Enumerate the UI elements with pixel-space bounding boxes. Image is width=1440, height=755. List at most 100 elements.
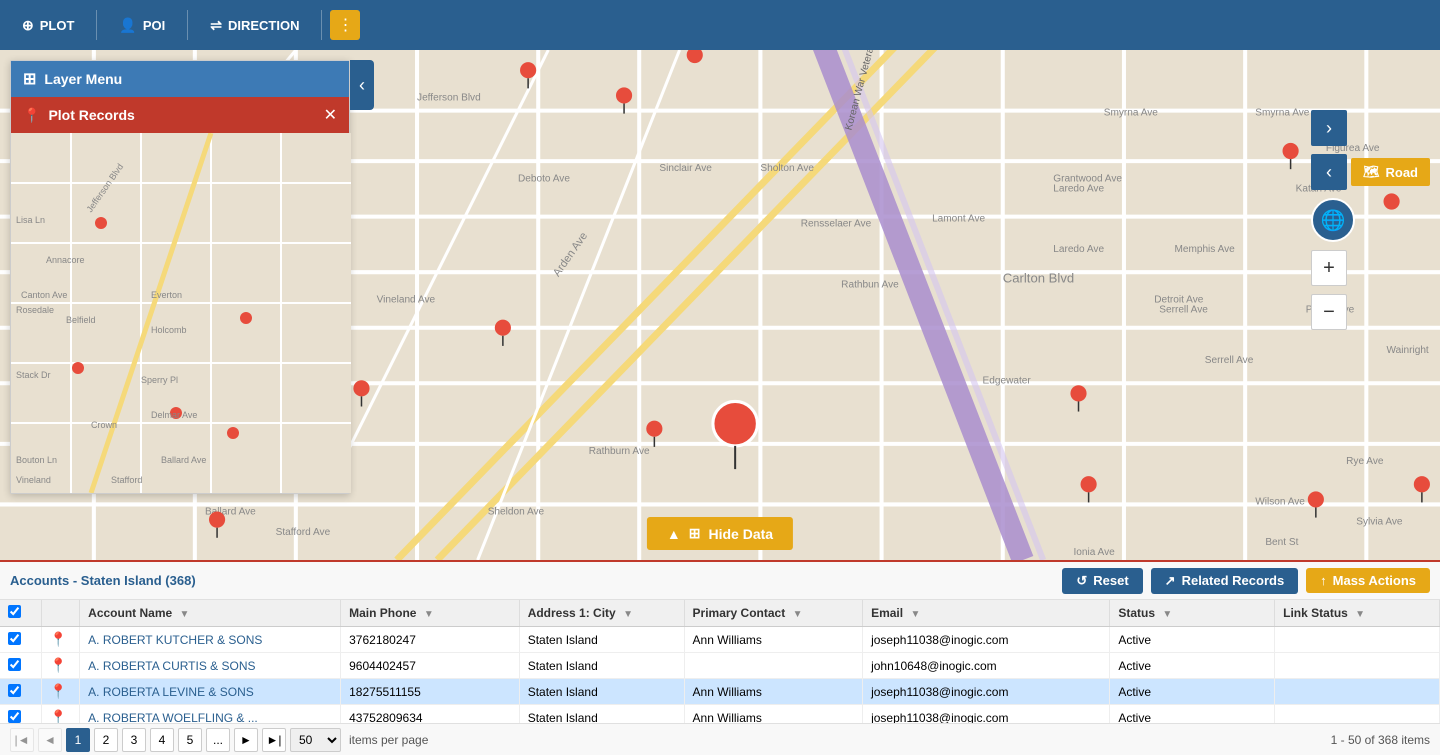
page-next-button[interactable]: ► — [234, 728, 258, 752]
related-records-button[interactable]: ↗ Related Records — [1151, 568, 1299, 594]
zoom-out-button[interactable]: − — [1311, 294, 1347, 330]
page-prev-button[interactable]: ◄ — [38, 728, 62, 752]
svg-text:Wainright: Wainright — [1387, 345, 1429, 356]
page-5-button[interactable]: 5 — [178, 728, 202, 752]
row-icon-cell: 📍 — [41, 653, 79, 679]
direction-button[interactable]: ⇌ DIRECTION — [196, 11, 313, 40]
accounts-link[interactable]: Accounts - Staten Island (368) — [10, 573, 196, 588]
svg-text:Stack Dr: Stack Dr — [16, 370, 51, 380]
road-view-button[interactable]: 🗺 Road — [1351, 158, 1430, 186]
row-email: joseph11038@inogic.com — [863, 627, 1110, 653]
row-pin-icon: 📍 — [50, 709, 67, 723]
th-main-phone: Main Phone ▼ — [341, 600, 520, 627]
svg-text:Stafford Ave: Stafford Ave — [276, 527, 331, 538]
svg-text:Lisa Ln: Lisa Ln — [16, 215, 45, 225]
row-email: joseph11038@inogic.com — [863, 679, 1110, 705]
row-checkbox-cell[interactable] — [0, 705, 41, 724]
row-checkbox-cell[interactable] — [0, 627, 41, 653]
bottom-toolbar: Accounts - Staten Island (368) ↺ Reset ↗… — [0, 562, 1440, 600]
hide-data-label: Hide Data — [709, 526, 774, 542]
page-3-button[interactable]: 3 — [122, 728, 146, 752]
page-4-button[interactable]: 4 — [150, 728, 174, 752]
filter-city-icon[interactable]: ▼ — [623, 609, 633, 620]
direction-icon: ⇌ — [210, 17, 222, 34]
filter-account-name-icon[interactable]: ▼ — [180, 609, 190, 620]
filter-phone-icon[interactable]: ▼ — [424, 609, 434, 620]
map-nav-back[interactable]: ‹ — [1311, 154, 1347, 190]
related-records-icon: ↗ — [1165, 573, 1176, 589]
filter-status-icon[interactable]: ▼ — [1162, 609, 1172, 620]
mass-actions-button[interactable]: ↑ Mass Actions — [1306, 568, 1430, 593]
poi-label: POI — [143, 18, 165, 33]
more-button[interactable]: ⋮ — [330, 10, 360, 40]
page-first-button[interactable]: |◄ — [10, 728, 34, 752]
accounts-table: Account Name ▼ Main Phone ▼ Address 1: C… — [0, 600, 1440, 723]
row-account-name: A. ROBERTA CURTIS & SONS — [80, 653, 341, 679]
filter-link-icon[interactable]: ▼ — [1355, 609, 1365, 620]
th-email: Email ▼ — [863, 600, 1110, 627]
row-icon-cell: 📍 — [41, 705, 79, 724]
page-1-button[interactable]: 1 — [66, 728, 90, 752]
row-phone: 18275511155 — [341, 679, 520, 705]
road-label: Road — [1386, 165, 1419, 180]
th-account-name: Account Name ▼ — [80, 600, 341, 627]
row-checkbox-2[interactable] — [8, 684, 21, 697]
data-table[interactable]: Account Name ▼ Main Phone ▼ Address 1: C… — [0, 600, 1440, 723]
row-checkbox-cell[interactable] — [0, 679, 41, 705]
plot-button[interactable]: ⊕ PLOT — [8, 11, 88, 40]
row-checkbox-1[interactable] — [8, 658, 21, 671]
row-phone: 9604402457 — [341, 653, 520, 679]
th-link-status: Link Status ▼ — [1275, 600, 1440, 627]
row-link-status — [1275, 653, 1440, 679]
svg-text:Grantwood Ave: Grantwood Ave — [1053, 173, 1122, 184]
svg-text:Crown: Crown — [91, 420, 117, 430]
filter-email-icon[interactable]: ▼ — [910, 609, 920, 620]
globe-button[interactable]: 🌐 — [1311, 198, 1355, 242]
th-address-city: Address 1: City ▼ — [519, 600, 684, 627]
row-status: Active — [1110, 653, 1275, 679]
layer-icon: ⊞ — [23, 69, 36, 89]
svg-text:Everton: Everton — [151, 290, 182, 300]
filter-contact-icon[interactable]: ▼ — [793, 609, 803, 620]
page-ellipsis-button[interactable]: ... — [206, 728, 230, 752]
row-link-status — [1275, 627, 1440, 653]
collapse-panel-button[interactable]: ‹ — [350, 60, 374, 110]
row-pin-icon: 📍 — [50, 683, 67, 699]
row-checkbox-cell[interactable] — [0, 653, 41, 679]
row-phone: 43752809634 — [341, 705, 520, 724]
row-checkbox-0[interactable] — [8, 632, 21, 645]
row-account-name: A. ROBERT KUTCHER & SONS — [80, 627, 341, 653]
select-all-checkbox[interactable] — [8, 605, 21, 618]
account-name-link[interactable]: A. ROBERTA WOELFLING & ... — [88, 711, 258, 724]
collapse-right-button[interactable]: › — [1311, 110, 1347, 146]
row-city: Staten Island — [519, 653, 684, 679]
page-last-button[interactable]: ►| — [262, 728, 286, 752]
poi-icon: 👤 — [119, 17, 136, 34]
row-checkbox-3[interactable] — [8, 710, 21, 723]
poi-button[interactable]: 👤 POI — [105, 11, 179, 40]
th-primary-contact: Primary Contact ▼ — [684, 600, 863, 627]
row-contact — [684, 653, 863, 679]
map-area[interactable]: Arden Ave Korean War Veterans Canton Ave… — [0, 50, 1440, 560]
account-name-link[interactable]: A. ROBERT KUTCHER & SONS — [88, 633, 262, 647]
row-account-name: A. ROBERTA WOELFLING & ... — [80, 705, 341, 724]
row-phone: 3762180247 — [341, 627, 520, 653]
plot-records-left: 📍 Plot Records — [23, 107, 135, 124]
row-pin-icon: 📍 — [50, 631, 67, 647]
road-icon: 🗺 — [1363, 164, 1380, 180]
account-name-link[interactable]: A. ROBERTA CURTIS & SONS — [88, 659, 255, 673]
hide-data-button[interactable]: ▲ ⊞ Hide Data — [647, 517, 793, 550]
close-plot-records-button[interactable]: ✕ — [324, 105, 337, 125]
page-size-select[interactable]: 50 25 100 — [290, 728, 341, 752]
top-toolbar: ⊕ PLOT 👤 POI ⇌ DIRECTION ⋮ — [0, 0, 1440, 50]
account-name-link[interactable]: A. ROBERTA LEVINE & SONS — [88, 685, 254, 699]
svg-text:Memphis Ave: Memphis Ave — [1174, 244, 1235, 255]
svg-text:Edgewater: Edgewater — [983, 375, 1032, 386]
svg-text:Wilson Ave: Wilson Ave — [1255, 496, 1305, 507]
svg-text:Bouton Ln: Bouton Ln — [16, 455, 57, 465]
th-row-icon — [41, 600, 79, 627]
reset-button[interactable]: ↺ Reset — [1062, 568, 1142, 594]
page-2-button[interactable]: 2 — [94, 728, 118, 752]
zoom-in-button[interactable]: + — [1311, 250, 1347, 286]
row-status: Active — [1110, 705, 1275, 724]
